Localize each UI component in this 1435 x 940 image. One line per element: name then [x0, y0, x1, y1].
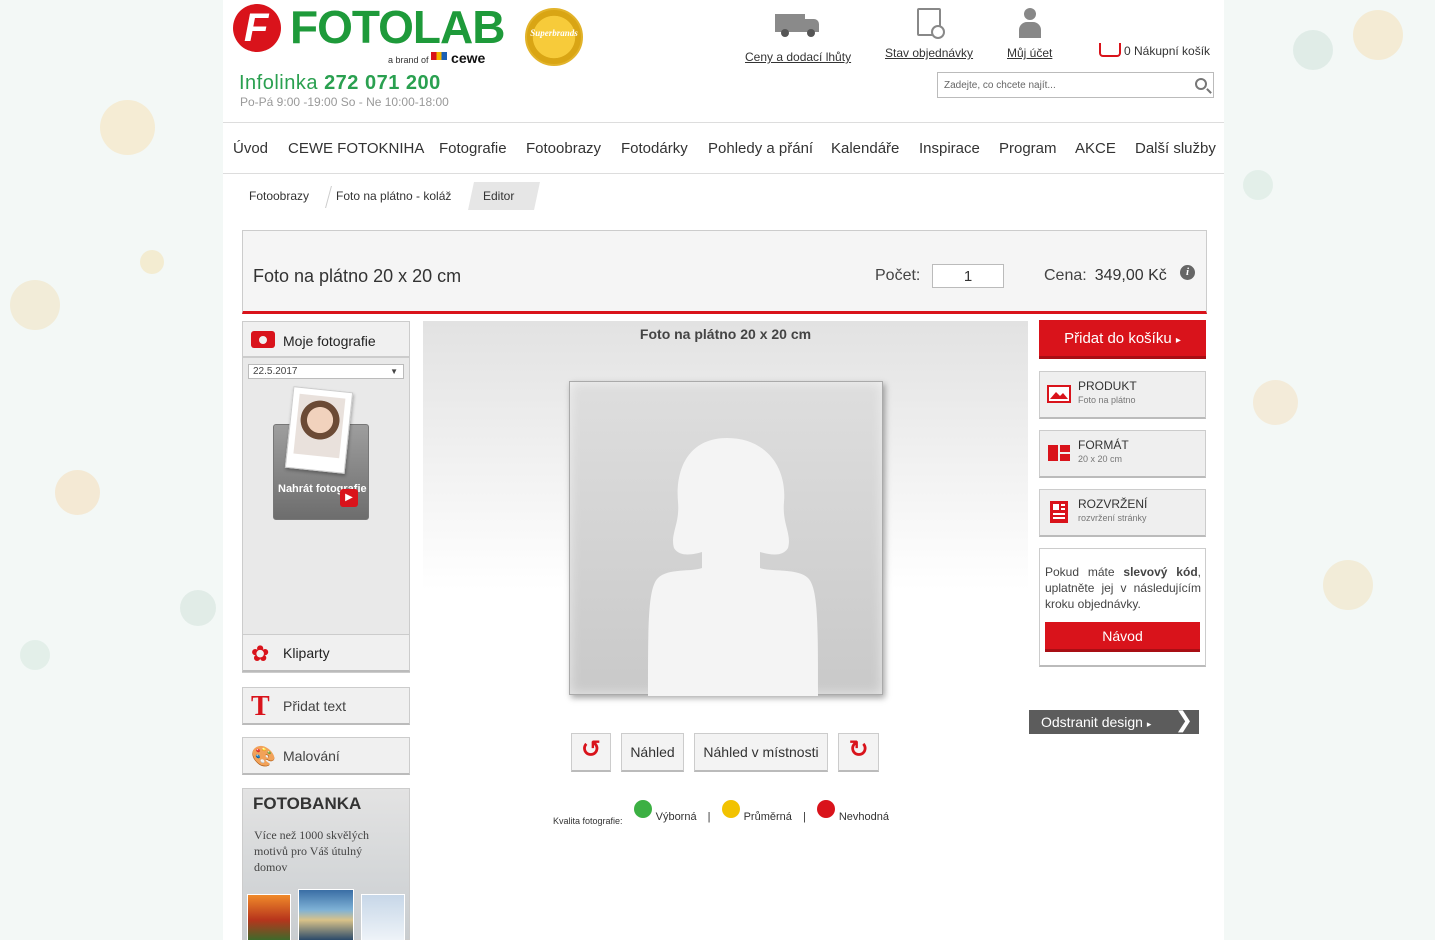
format-grid-icon	[1048, 445, 1070, 461]
quality-unsuitable-icon	[816, 800, 835, 818]
prices-delivery-link[interactable]: Ceny a dodací lhůty	[745, 8, 851, 64]
shopping-cart-link[interactable]: 0 Nákupní košík	[1099, 43, 1210, 58]
quantity-label: Počet:	[875, 267, 921, 284]
fotobanka-image-lake	[298, 889, 354, 940]
product-title: Foto na plátno 20 x 20 cm	[253, 266, 462, 286]
search-box	[937, 72, 1214, 98]
price: Cena: 349,00 Kč	[1044, 267, 1167, 284]
flower-icon: ✿	[251, 641, 270, 666]
rotate-left-icon: ↺	[580, 735, 602, 763]
nav-item-uvod[interactable]: Úvod	[233, 140, 268, 157]
preview-button[interactable]: Náhled	[621, 733, 684, 772]
breadcrumb-item-editor: Editor	[468, 182, 540, 210]
breadcrumb-item-fotoobrazy[interactable]: Fotoobrazy	[237, 182, 321, 210]
search-icon[interactable]	[1195, 78, 1207, 90]
option-product[interactable]: PRODUKT Foto na plátno	[1039, 371, 1206, 419]
nav-item-fotoobrazy[interactable]: Fotoobrazy	[526, 140, 601, 157]
my-photos-header[interactable]: Moje fotografie	[243, 322, 409, 358]
layout-icon	[1050, 501, 1068, 523]
order-status-link[interactable]: Stav objednávky	[885, 8, 973, 60]
fotobanka-image-sunset	[247, 894, 291, 940]
text-t-icon: T	[251, 691, 270, 722]
add-text-button[interactable]: T Přidat text	[242, 687, 410, 725]
cewe-mark-icon	[431, 52, 447, 60]
rotate-right-button[interactable]: ↻	[838, 733, 879, 772]
nav-item-pohledy-a-prani[interactable]: Pohledy a přání	[708, 140, 813, 157]
sample-photo-thumbnail	[284, 386, 354, 474]
silhouette-placeholder-icon	[648, 438, 818, 696]
quantity-input[interactable]	[932, 264, 1004, 288]
room-preview-button[interactable]: Náhled v místnosti	[694, 733, 828, 772]
hotline: Infolinka 272 071 200	[239, 72, 441, 94]
page-content: F FOTOLAB a brand of cewe Superbrands In…	[223, 0, 1224, 940]
nav-item-kalendare[interactable]: Kalendáře	[831, 140, 899, 157]
upload-arrow-icon: ▶	[340, 489, 358, 507]
background-decoration-left	[0, 0, 223, 940]
my-account-link[interactable]: Můj účet	[1007, 8, 1052, 60]
search-input[interactable]	[938, 73, 1183, 97]
info-icon[interactable]: i	[1180, 265, 1195, 280]
cart-icon	[1099, 43, 1121, 57]
logo-text: FOTOLAB	[290, 1, 505, 53]
background-decoration-right	[1223, 0, 1435, 940]
nav-item-fotodarky[interactable]: Fotodárky	[621, 140, 688, 157]
canvas-title: Foto na plátno 20 x 20 cm	[639, 326, 812, 342]
add-to-cart-button[interactable]: Přidat do košíku ▸	[1039, 320, 1206, 359]
nav-item-inspirace[interactable]: Inspirace	[919, 140, 980, 157]
fotobanka-image-wolf	[361, 894, 405, 940]
quality-average-icon	[721, 800, 740, 818]
order-status-icon	[917, 8, 946, 39]
picture-icon	[1047, 385, 1071, 403]
guide-button[interactable]: Návod	[1045, 622, 1200, 652]
price-value: 349,00 Kč	[1094, 267, 1167, 284]
opening-hours: Po-Pá 9:00 -19:00 So - Ne 10:00-18:00	[240, 95, 449, 109]
remove-design-button[interactable]: Odstranit design ▸ ❯	[1029, 708, 1199, 734]
nav-item-fotografie[interactable]: Fotografie	[439, 140, 507, 157]
arrow-right-small-icon: ▸	[1146, 719, 1152, 729]
fotolab-logo[interactable]: F FOTOLAB a brand of cewe	[233, 1, 505, 66]
option-layout[interactable]: ROZVRŽENÍ rozvržení stránky	[1039, 489, 1206, 537]
logo-f-icon: F	[233, 4, 281, 52]
nav-item-cewe-fotokniha[interactable]: CEWE FOTOKNIHA	[288, 140, 424, 157]
photo-quality-legend: Kvalita fotografie: Výborná | Průměrná |…	[553, 800, 889, 826]
breadcrumb-item-foto-na-platno-kolaz[interactable]: Foto na plátno - koláž	[324, 182, 463, 210]
nav-item-program[interactable]: Program	[999, 140, 1057, 157]
fotobanka-banner[interactable]: FOTOBANKA Více než 1000 skvělých motivů …	[242, 788, 410, 940]
user-icon	[1018, 8, 1041, 38]
option-format[interactable]: FORMÁT 20 x 20 cm	[1039, 430, 1206, 478]
nav-item-dalsi-sluzby[interactable]: Další služby	[1135, 140, 1216, 157]
cliparts-button[interactable]: ✿ Kliparty	[242, 634, 410, 672]
superbrands-award-badge: Superbrands	[525, 8, 583, 66]
rotate-left-button[interactable]: ↺	[571, 733, 611, 772]
product-bar: Foto na plátno 20 x 20 cm Počet: Cena:34…	[242, 230, 1207, 314]
main-navigation: Úvod CEWE FOTOKNIHA Fotografie Fotoobraz…	[223, 122, 1224, 174]
painting-button[interactable]: 🎨 Malování	[242, 737, 410, 775]
brand-line: a brand of cewe	[388, 50, 486, 66]
arrow-right-icon: ▸	[1175, 335, 1181, 346]
chevron-right-icon: ❯	[1174, 708, 1193, 733]
camera-icon	[251, 331, 275, 348]
coupon-info-box: Pokud máte slevový kód, uplatněte jej v …	[1039, 548, 1206, 667]
date-select[interactable]: 22.5.2017 ▼	[248, 364, 404, 379]
palette-icon: 🎨	[251, 746, 276, 768]
quality-excellent-icon	[633, 800, 652, 818]
truck-icon	[775, 14, 821, 44]
nav-item-akce[interactable]: AKCE	[1075, 140, 1116, 157]
coupon-text: Pokud máte slevový kód, uplatněte jej v …	[1045, 565, 1201, 611]
photo-placeholder[interactable]	[569, 381, 883, 696]
dropdown-arrow-icon: ▼	[390, 367, 398, 376]
rotate-right-icon: ↻	[848, 735, 869, 763]
